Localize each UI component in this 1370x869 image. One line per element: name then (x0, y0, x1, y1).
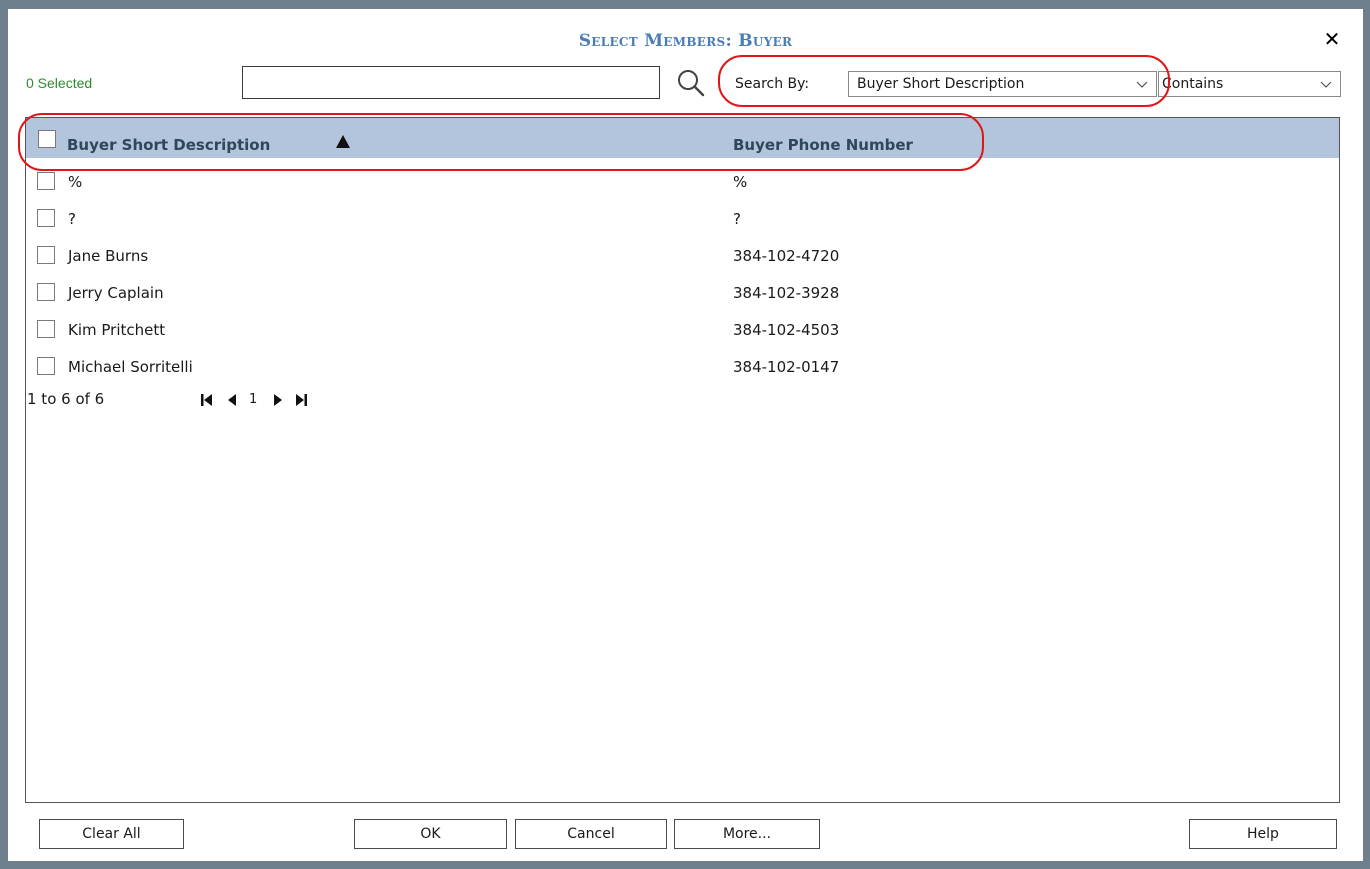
table-row[interactable]: Jerry Caplain 384-102-3928 (26, 273, 1339, 310)
buyer-description: Michael Sorritelli (68, 358, 193, 376)
search-by-label: Search By: (735, 76, 810, 92)
search-by-value: Buyer Short Description (857, 76, 1025, 92)
buyer-phone: 384-102-3928 (733, 284, 840, 302)
select-all-checkbox[interactable] (38, 130, 56, 148)
close-icon: ✕ (1323, 27, 1341, 51)
row-checkbox[interactable] (37, 357, 55, 375)
row-checkbox[interactable] (37, 320, 55, 338)
buyer-description: Kim Pritchett (68, 321, 166, 339)
clear-all-button[interactable]: Clear All (39, 819, 184, 849)
buyer-phone: 384-102-4503 (733, 321, 840, 339)
last-page-icon[interactable] (293, 392, 309, 408)
next-page-icon[interactable] (271, 392, 285, 408)
buyer-description: ? (68, 210, 76, 228)
buyer-description: Jane Burns (68, 247, 149, 265)
search-by-select[interactable]: Buyer Short Description (848, 71, 1157, 97)
sort-ascending-icon (336, 135, 350, 148)
search-icon[interactable] (675, 67, 707, 99)
table-row[interactable]: Michael Sorritelli 384-102-0147 (26, 347, 1339, 384)
buyer-description: Jerry Caplain (68, 284, 164, 302)
row-checkbox[interactable] (37, 246, 55, 264)
column-header-phone[interactable]: Buyer Phone Number (733, 136, 913, 154)
row-checkbox[interactable] (37, 172, 55, 190)
search-input[interactable] (242, 66, 660, 99)
buyer-phone: % (733, 173, 748, 191)
selected-count: 0 Selected (26, 75, 93, 91)
dialog-title: Select Members: Buyer (578, 31, 793, 51)
grid-header: Buyer Short Description Buyer Phone Numb… (26, 118, 1339, 158)
table-row[interactable]: Jane Burns 384-102-4720 (26, 236, 1339, 273)
buyer-phone: 384-102-0147 (733, 358, 840, 376)
match-type-select[interactable]: Contains (1158, 71, 1341, 97)
table-row[interactable]: Kim Pritchett 384-102-4503 (26, 310, 1339, 347)
buyer-description: % (68, 173, 83, 191)
buyer-phone: 384-102-4720 (733, 247, 840, 265)
table-row[interactable]: % % (26, 162, 1339, 199)
buyer-phone: ? (733, 210, 741, 228)
current-page: 1 (249, 392, 258, 407)
ok-button[interactable]: OK (354, 819, 507, 849)
table-row[interactable]: ? ? (26, 199, 1339, 236)
select-members-dialog: Select Members: Buyer ✕ 0 Selected Searc… (8, 9, 1363, 861)
previous-page-icon[interactable] (225, 392, 239, 408)
column-header-description[interactable]: Buyer Short Description (67, 136, 270, 154)
row-checkbox[interactable] (37, 283, 55, 301)
more-button[interactable]: More... (674, 819, 820, 849)
row-checkbox[interactable] (37, 209, 55, 227)
chevron-down-icon (1136, 81, 1148, 88)
match-type-value: Contains (1162, 76, 1224, 92)
first-page-icon[interactable] (199, 392, 215, 408)
pager-range: 1 to 6 of 6 (27, 390, 105, 408)
chevron-down-icon (1320, 81, 1332, 88)
members-grid: Buyer Short Description Buyer Phone Numb… (25, 117, 1340, 803)
help-button[interactable]: Help (1189, 819, 1337, 849)
close-button[interactable]: ✕ (1321, 27, 1343, 51)
pager: 1 to 6 of 6 1 (27, 390, 307, 408)
cancel-button[interactable]: Cancel (515, 819, 667, 849)
